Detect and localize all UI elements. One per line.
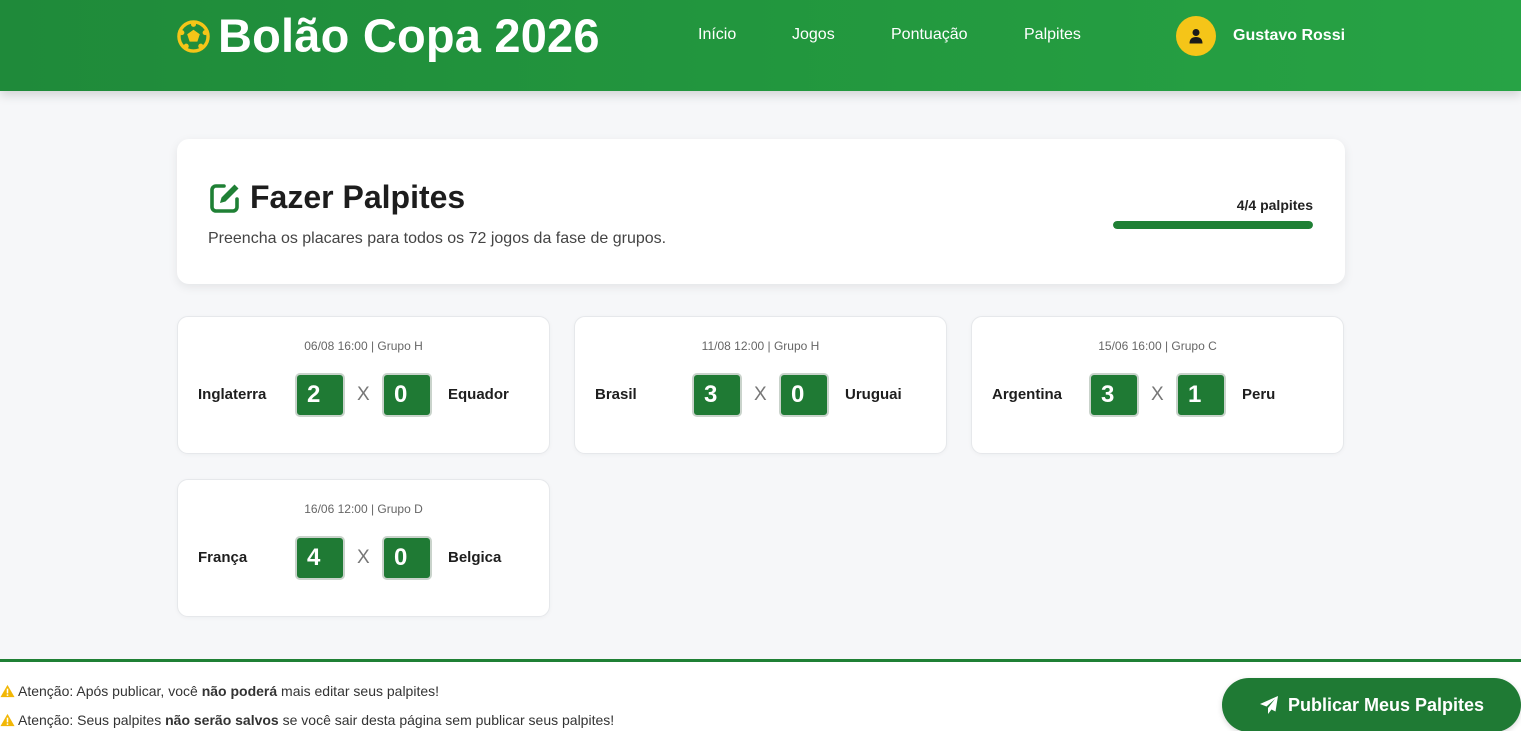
avatar[interactable] [1176,16,1216,56]
match-card: 06/08 16:00 | Grupo H Inglaterra 2 X 0 E… [177,316,550,454]
progress-label: 4/4 palpites [1236,197,1313,213]
away-score-input[interactable]: 0 [382,373,432,417]
soccer-ball-icon [177,19,210,53]
match-card: 15/06 16:00 | Grupo C Argentina 3 X 1 Pe… [971,316,1344,454]
match-card: 16/06 12:00 | Grupo D França 4 X 0 Belgi… [177,479,550,617]
versus-label: X [754,384,767,405]
match-meta: 16/06 12:00 | Grupo D [304,502,423,516]
warning-message: Atenção: Após publicar, você não poderá … [0,683,439,699]
home-team: França [198,549,248,566]
progress-fill [1113,221,1313,229]
home-score-input[interactable]: 4 [295,536,345,580]
match-meta: 15/06 16:00 | Grupo C [1098,339,1217,353]
home-score-input[interactable]: 3 [1089,373,1139,417]
home-team: Brasil [595,386,637,403]
versus-label: X [357,547,370,568]
away-team: Peru [1242,386,1276,403]
away-team: Belgica [448,549,502,566]
away-score-input[interactable]: 1 [1176,373,1226,417]
versus-label: X [357,384,370,405]
publish-button-label: Publicar Meus Palpites [1287,694,1485,715]
nav-jogos[interactable]: Jogos [792,26,835,44]
warning-icon [0,684,15,698]
brand[interactable]: Bolão Copa 2026 [177,10,600,62]
warning-text: Atenção: Seus palpites não serão salvos … [18,712,615,728]
paper-plane-icon [1259,696,1278,714]
page-title: Fazer Palpites [250,179,466,215]
home-score-input[interactable]: 3 [692,373,742,417]
nav-palpites[interactable]: Palpites [1024,26,1081,44]
nav-pontuacao[interactable]: Pontuação [891,26,968,44]
match-card: 11/08 12:00 | Grupo H Brasil 3 X 0 Urugu… [574,316,947,454]
edit-icon [210,183,239,213]
publish-footer: Atenção: Após publicar, você não poderá … [0,659,1521,731]
away-team: Uruguai [845,386,902,403]
away-score-input[interactable]: 0 [382,536,432,580]
away-score-input[interactable]: 0 [779,373,829,417]
warning-message: Atenção: Seus palpites não serão salvos … [0,712,614,728]
brand-title: Bolão Copa 2026 [218,9,600,62]
publish-button[interactable]: Publicar Meus Palpites [1222,678,1521,731]
guess-header-card: Fazer Palpites Preencha os placares para… [177,139,1345,284]
home-team: Inglaterra [198,386,267,403]
match-meta: 11/08 12:00 | Grupo H [701,339,820,353]
user-menu[interactable]: Gustavo Rossi [1176,16,1345,56]
away-team: Equador [448,386,509,403]
home-team: Argentina [992,386,1063,403]
page-title-row: Fazer Palpites [208,179,465,216]
user-icon [1189,29,1203,44]
nav-inicio[interactable]: Início [698,26,736,44]
page-subtitle: Preencha os placares para todos os 72 jo… [208,230,667,247]
versus-label: X [1151,384,1164,405]
progress-bar [1113,221,1313,229]
warning-icon [0,713,15,727]
home-score-input[interactable]: 2 [295,373,345,417]
match-meta: 06/08 16:00 | Grupo H [304,339,423,353]
warning-text: Atenção: Após publicar, você não poderá … [18,683,440,699]
user-name: Gustavo Rossi [1233,27,1346,44]
top-navbar: Bolão Copa 2026 Início Jogos Pontuação P… [0,0,1521,91]
